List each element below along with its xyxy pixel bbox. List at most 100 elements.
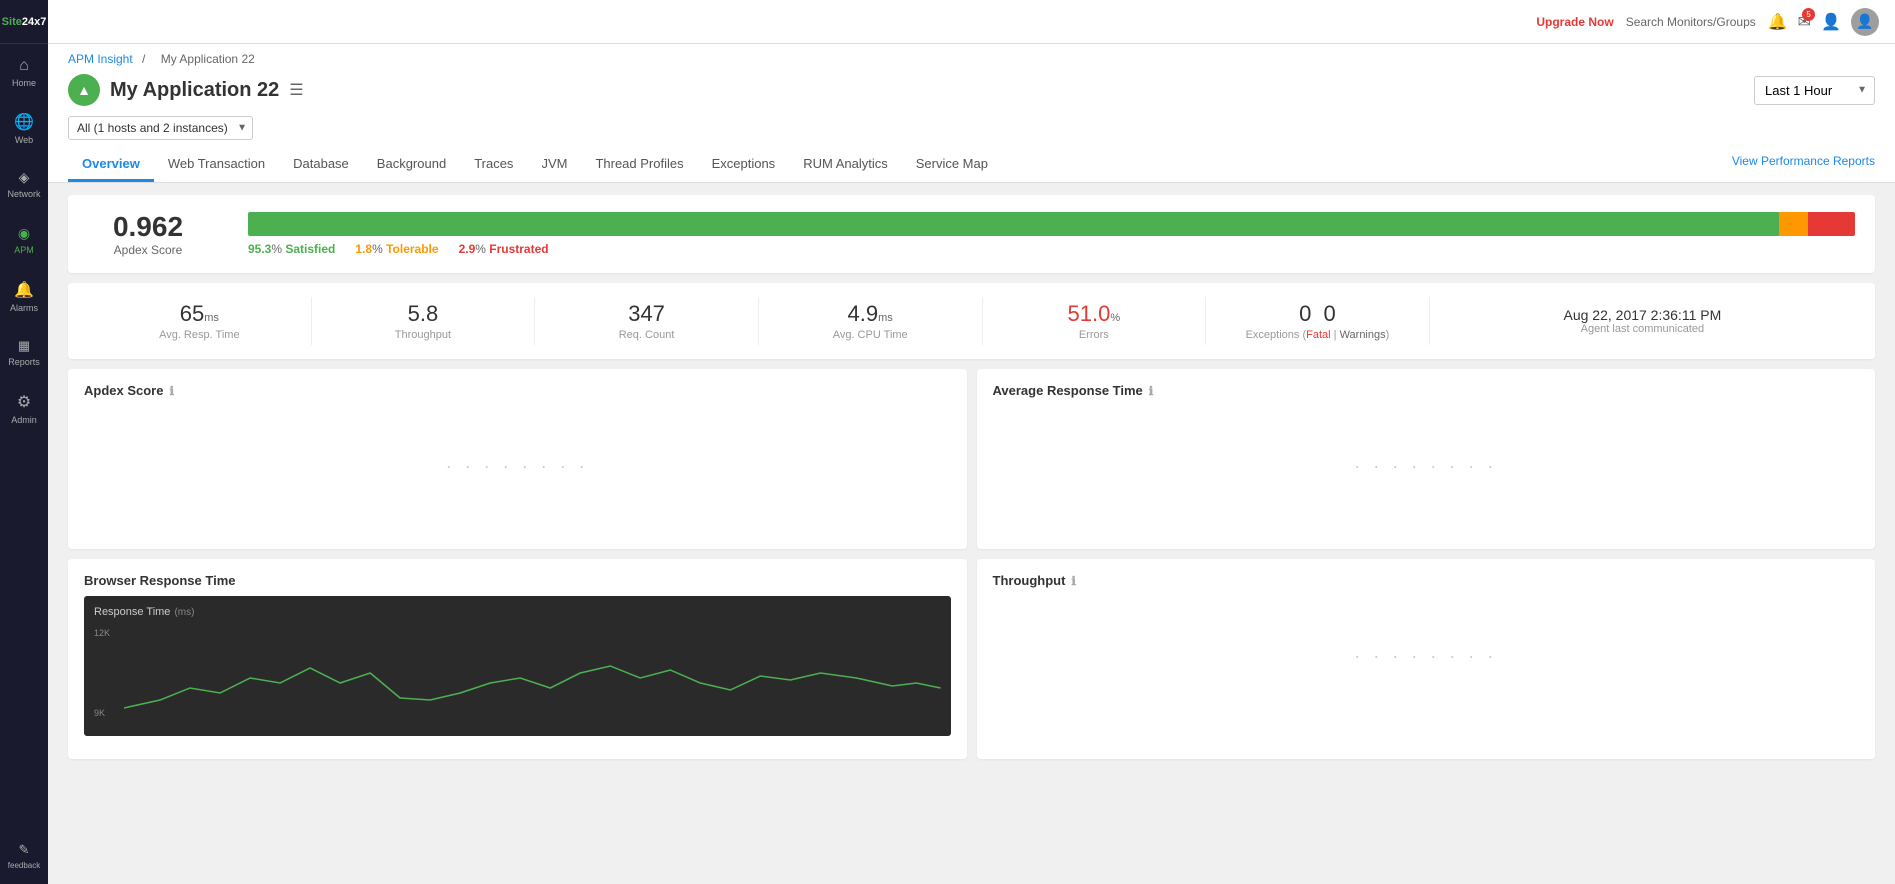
sidebar-item-reports[interactable]: ▦ Reports [0,324,48,380]
avg-resp-chart: Average Response Time ℹ · · · · · · · · [977,369,1876,549]
browser-resp-chart-card: Browser Response Time Response Time (ms)… [68,559,967,759]
tolerable-pct: 1.8 [355,242,372,256]
reports-icon: ▦ [18,338,30,354]
sidebar-item-label: APM [14,245,34,255]
frustrated-label: Frustrated [489,242,548,256]
tab-exceptions[interactable]: Exceptions [698,148,790,182]
notification-badge: 5 [1802,8,1815,21]
y-label-9k: 9K [94,708,110,718]
host-dropdown[interactable]: All (1 hosts and 2 instances) [68,116,253,140]
apdex-bar-satisfied [248,212,1779,236]
tab-jvm[interactable]: JVM [527,148,581,182]
notifications-icon[interactable]: 🔔 [1768,12,1788,32]
stat-last-comm: Aug 22, 2017 2:36:11 PM Agent last commu… [1430,303,1855,339]
sidebar-item-feedback[interactable]: ✎ feedback [0,828,48,884]
time-selector[interactable]: Last 1 Hour Last 6 Hours Last 24 Hours L… [1754,76,1875,105]
apdex-score-value: 0.962 [88,211,208,243]
tab-service-map[interactable]: Service Map [902,148,1002,182]
legend-frustrated: 2.9% Frustrated [459,242,549,256]
avg-resp-chart-title: Average Response Time ℹ [993,383,1860,398]
topbar-right: Upgrade Now Search Monitors/Groups 🔔 ✉ 5… [1536,8,1879,36]
y-label-12k: 12K [94,628,110,638]
tab-web-transaction[interactable]: Web Transaction [154,148,279,182]
apdex-chart-dots: · · · · · · · · [84,406,951,526]
stat-throughput-label: Throughput [322,329,525,341]
breadcrumb-app: My Application 22 [161,52,255,66]
browser-chart-svg [124,628,941,718]
sidebar: Site24x7 ⌂ Home 🌐 Web ◈ Network ◉ APM 🔔 … [0,0,48,884]
stat-errors: 51.0% Errors [983,297,1207,345]
sidebar-item-label: Network [7,189,40,199]
sidebar-item-web[interactable]: 🌐 Web [0,100,48,156]
sidebar-item-home[interactable]: ⌂ Home [0,44,48,100]
charts-row-2: Browser Response Time Response Time (ms)… [68,559,1875,759]
email-icon[interactable]: ✉ 5 [1798,12,1811,32]
tab-thread-profiles[interactable]: Thread Profiles [581,148,697,182]
network-icon: ◈ [19,169,30,186]
stat-avg-resp: 65ms Avg. Resp. Time [88,297,312,345]
app-icon: ▲ [68,74,100,106]
logo: Site24x7 [0,0,48,44]
avg-resp-info-icon[interactable]: ℹ [1149,384,1154,398]
apdex-bar [248,212,1855,236]
panels-container: 0.962 Apdex Score 95.3% Satisfied 1.8% T… [48,183,1895,781]
apdex-bar-frustrated [1808,212,1855,236]
stat-errors-label: Errors [993,329,1196,341]
tolerable-label: Tolerable [386,242,438,256]
tab-overview[interactable]: Overview [68,148,154,182]
avatar[interactable]: 👤 [1851,8,1879,36]
host-selector: All (1 hosts and 2 instances) ▼ [68,116,1875,140]
time-selector-wrapper: Last 1 Hour Last 6 Hours Last 24 Hours L… [1754,76,1875,105]
admin-icon: ⚙ [17,392,31,412]
charts-row-1: Apdex Score ℹ · · · · · · · · Average Re… [68,369,1875,549]
user-icon[interactable]: 👤 [1821,12,1841,32]
tab-traces[interactable]: Traces [460,148,527,182]
stats-panel: 65ms Avg. Resp. Time 5.8 Throughput 347 … [68,283,1875,359]
stat-req-count-value: 347 [545,301,748,327]
stat-exceptions: 0 0 Exceptions (Fatal | Warnings) [1206,297,1430,345]
apdex-score-label: Apdex Score [88,243,208,257]
browser-chart-unit: (ms) [174,607,194,618]
browser-chart-title: Response Time [94,606,170,618]
stat-avg-cpu-value: 4.9ms [769,301,972,327]
apdex-score-block: 0.962 Apdex Score [88,211,208,257]
topbar-icons: 🔔 ✉ 5 👤 👤 [1768,8,1879,36]
app-menu-icon[interactable]: ☰ [289,80,303,100]
apdex-chart-title: Apdex Score ℹ [84,383,951,398]
browser-response-chart: Response Time (ms) 12K 9K [84,596,951,736]
stat-last-comm-value: Aug 22, 2017 2:36:11 PM [1440,307,1845,323]
stat-avg-resp-value: 65ms [98,301,301,327]
sidebar-item-network[interactable]: ◈ Network [0,156,48,212]
stat-throughput: 5.8 Throughput [312,297,536,345]
sidebar-item-label: Admin [11,415,37,425]
tab-background[interactable]: Background [363,148,460,182]
upgrade-link[interactable]: Upgrade Now [1536,15,1613,29]
throughput-chart-title: Throughput ℹ [993,573,1860,588]
stat-avg-resp-label: Avg. Resp. Time [98,329,301,341]
stat-req-count: 347 Req. Count [535,297,759,345]
breadcrumb-apm[interactable]: APM Insight [68,52,133,66]
main-content: Upgrade Now Search Monitors/Groups 🔔 ✉ 5… [48,0,1895,884]
throughput-info-icon[interactable]: ℹ [1071,574,1076,588]
breadcrumb-separator: / [142,52,145,66]
apdex-info-icon[interactable]: ℹ [169,384,174,398]
satisfied-pct: 95.3 [248,242,271,256]
view-performance-reports-link[interactable]: View Performance Reports [1732,154,1875,176]
sidebar-item-alarms[interactable]: 🔔 Alarms [0,268,48,324]
sidebar-item-apm[interactable]: ◉ APM [0,212,48,268]
legend-tolerable: 1.8% Tolerable [355,242,438,256]
tab-rum-analytics[interactable]: RUM Analytics [789,148,902,182]
logo-text: Site24x7 [2,16,47,28]
stat-last-comm-label: Agent last communicated [1440,323,1845,335]
tab-database[interactable]: Database [279,148,363,182]
apm-icon: ◉ [18,225,30,242]
stat-errors-value: 51.0% [993,301,1196,327]
sidebar-item-admin[interactable]: ⚙ Admin [0,380,48,436]
app-title-row: ▲ My Application 22 ☰ [68,74,304,106]
home-icon: ⌂ [19,57,29,75]
browser-resp-title: Browser Response Time [84,573,951,588]
alarms-icon: 🔔 [14,280,34,300]
throughput-chart-dots: · · · · · · · · [993,596,1860,716]
search-monitors[interactable]: Search Monitors/Groups [1626,15,1756,29]
apdex-panel: 0.962 Apdex Score 95.3% Satisfied 1.8% T… [68,195,1875,273]
